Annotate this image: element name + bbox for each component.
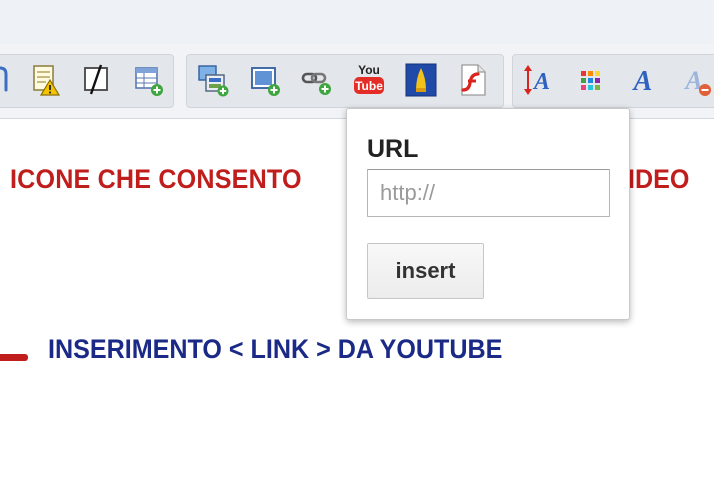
content-line-1-tail: IDEO — [628, 164, 690, 194]
color-palette-icon — [581, 71, 600, 90]
insert-image-icon — [198, 65, 229, 97]
font-style-button[interactable]: A — [626, 62, 660, 98]
insert-media-button[interactable] — [404, 62, 438, 98]
red-arrow-mark — [0, 354, 28, 361]
insert-link-icon — [301, 72, 331, 95]
insert-picture-icon — [251, 67, 280, 96]
content-line-1: ICONE CHE CONSENTO — [10, 164, 302, 194]
notes-warning-icon — [33, 65, 61, 96]
table-add-button[interactable] — [132, 62, 166, 98]
color-palette-button[interactable] — [574, 62, 608, 98]
editor-page: You Tube A A A ICONE CHE CONSENTO IDEO I… — [0, 0, 714, 492]
url-input[interactable] — [367, 169, 610, 217]
youtube-text-bottom: Tube — [355, 79, 383, 93]
youtube-icon: You Tube — [354, 63, 384, 94]
clear-font-icon: A — [683, 66, 711, 96]
notes-warning-button[interactable] — [28, 62, 62, 98]
partial-tool-button[interactable] — [0, 62, 20, 98]
insert-picture-button[interactable] — [248, 62, 282, 98]
remove-format-icon — [84, 64, 108, 95]
insert-button[interactable]: insert — [367, 243, 484, 299]
remove-format-button[interactable] — [80, 62, 114, 98]
font-style-icon: A — [632, 66, 653, 97]
table-add-icon — [135, 67, 163, 96]
svg-text:A: A — [532, 69, 550, 95]
insert-image-button[interactable] — [196, 62, 230, 98]
youtube-text-top: You — [358, 63, 380, 77]
clear-font-button[interactable]: A — [678, 62, 712, 98]
insert-link-button[interactable] — [300, 62, 334, 98]
insert-media-icon — [405, 63, 437, 97]
font-size-icon: A — [524, 65, 550, 95]
partial-tool-icon — [0, 66, 8, 92]
font-size-button[interactable]: A — [520, 62, 554, 98]
url-popup: URL insert — [346, 108, 630, 320]
content-line-2: INSERIMENTO < LINK > DA YOUTUBE — [48, 334, 503, 364]
top-strip — [0, 0, 714, 44]
flash-icon — [461, 64, 486, 96]
url-label: URL — [367, 135, 419, 163]
svg-text:A: A — [632, 66, 653, 97]
flash-button[interactable] — [456, 62, 490, 98]
youtube-button[interactable]: You Tube — [352, 62, 386, 98]
